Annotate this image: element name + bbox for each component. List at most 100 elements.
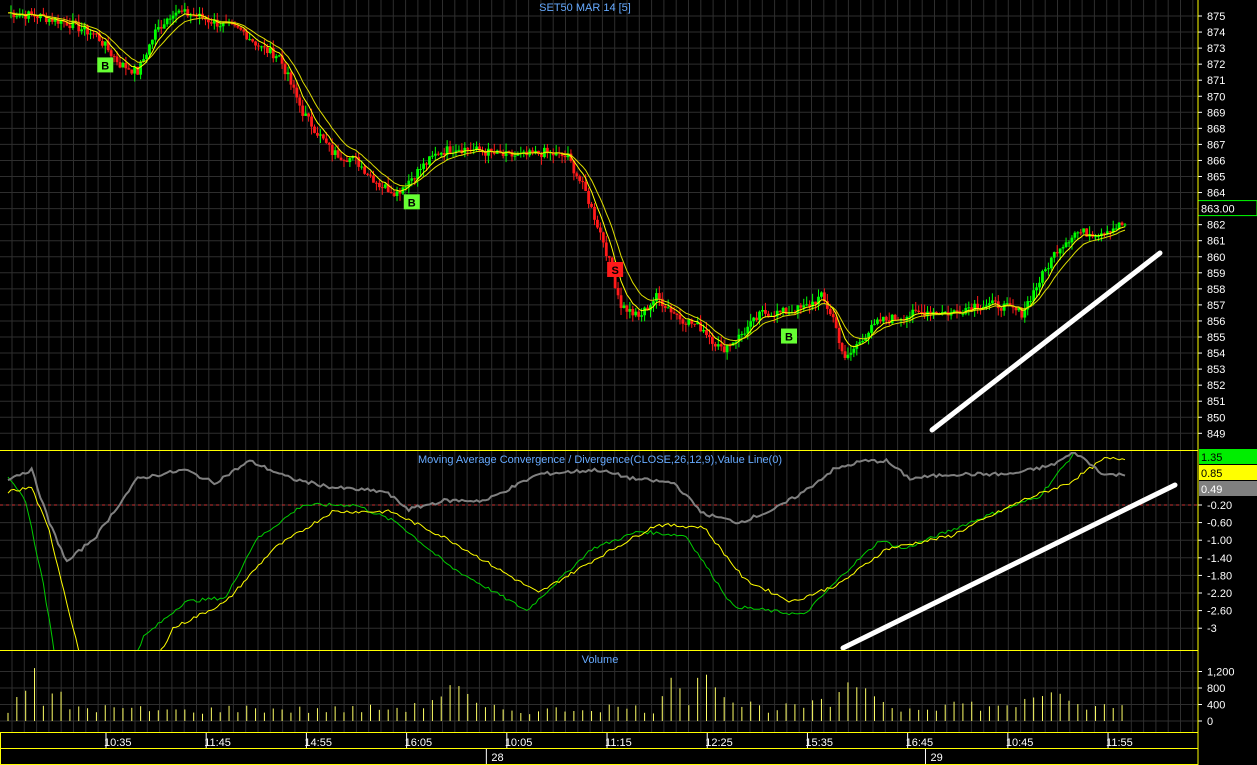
candle-body — [162, 24, 166, 29]
frame-layer — [0, 0, 1199, 765]
candle-body — [805, 304, 809, 306]
candle-body — [914, 309, 918, 311]
candle-body — [15, 16, 19, 18]
candle-body — [377, 182, 381, 188]
candle-body — [156, 27, 160, 30]
candle-body — [828, 308, 832, 315]
candle-body — [177, 10, 181, 13]
candle-body — [781, 307, 785, 313]
candle-body — [870, 324, 873, 333]
price-tick-label: 862 — [1207, 220, 1225, 232]
candle-body — [990, 300, 994, 304]
candle-body — [392, 193, 396, 197]
candle-body — [348, 158, 352, 163]
candle-body — [1038, 282, 1041, 288]
candle-body — [286, 72, 290, 75]
candle-body — [640, 315, 644, 317]
macd-tick-label: -0.60 — [1207, 518, 1232, 530]
candle-body — [755, 317, 758, 321]
candle-body — [274, 56, 278, 59]
candle-body — [1067, 242, 1071, 244]
candle-body — [260, 46, 263, 48]
candle-body — [708, 335, 711, 337]
candle-body — [153, 29, 157, 40]
candle-body — [955, 310, 959, 312]
candle-body — [849, 352, 853, 355]
candle-body — [118, 62, 122, 68]
candle-body — [575, 173, 579, 177]
candle-body — [684, 323, 688, 325]
candle-body — [321, 134, 325, 139]
candle-body — [218, 26, 222, 28]
candle-body — [840, 343, 844, 352]
time-tick-label: 10:35 — [104, 737, 132, 749]
candle-body — [1055, 252, 1059, 254]
candle-body — [858, 342, 862, 344]
candle-body — [843, 351, 847, 358]
candle-body — [283, 63, 287, 75]
candle-body — [590, 203, 593, 207]
candle-body — [893, 314, 897, 320]
macd-tick-label: -1.40 — [1207, 553, 1232, 565]
candle-body — [861, 340, 865, 343]
candle-body — [257, 45, 260, 47]
candle-body — [672, 312, 676, 314]
candle-body — [607, 256, 611, 258]
candle-body — [1064, 242, 1068, 248]
price-tick-label: 854 — [1207, 348, 1225, 360]
candle-body — [124, 62, 128, 69]
price-tick-label: 866 — [1207, 155, 1225, 167]
time-tick-label: 14:55 — [304, 737, 332, 749]
candle-body — [301, 105, 305, 116]
candle-body — [369, 174, 372, 176]
candle-body — [976, 303, 980, 309]
candle-body — [298, 97, 302, 106]
candle-body — [342, 159, 346, 161]
candle-body — [457, 149, 461, 151]
candle-body — [127, 68, 131, 70]
candle-body — [242, 29, 246, 32]
candle-body — [180, 10, 184, 12]
candle-body — [513, 155, 517, 157]
candle-body — [263, 46, 266, 48]
candle-body — [1073, 232, 1077, 238]
candle-body — [716, 344, 720, 347]
candle-body — [637, 311, 641, 317]
price-tick-label: 851 — [1207, 396, 1225, 408]
price-tick-label: 875 — [1207, 11, 1225, 23]
candle-body — [171, 15, 175, 19]
candle-body — [917, 310, 921, 313]
candle-body — [619, 295, 623, 308]
price-tick-label: 856 — [1207, 316, 1225, 328]
candle-body — [189, 15, 193, 17]
candle-body — [289, 72, 293, 85]
price-tick-label: 873 — [1207, 43, 1225, 55]
candle-body — [248, 39, 252, 41]
candle-body — [319, 134, 322, 136]
volume-tick-label: 800 — [1207, 683, 1225, 695]
candle-body — [395, 191, 399, 197]
candle-body — [578, 176, 582, 182]
candle-body — [151, 39, 154, 45]
chart: B B S B SET50 MAR 14 [5] Moving Average Conv… — [0, 0, 1257, 765]
date-tick-label: 28 — [491, 752, 503, 764]
macd-value-label: 0.49 — [1201, 484, 1222, 496]
candle-body — [634, 311, 638, 316]
candle-body — [484, 152, 487, 156]
candle-body — [168, 18, 172, 20]
candle-body — [702, 329, 705, 332]
macd-trendline — [840, 482, 1178, 651]
candle-body — [419, 168, 423, 170]
price-tick-label: 861 — [1207, 236, 1225, 248]
macd-value-label: 0.85 — [1201, 468, 1222, 480]
date-tick-label: 29 — [930, 752, 942, 764]
macd-tick-label: -2.60 — [1207, 606, 1232, 618]
macd-series-line — [7, 452, 1126, 563]
candle-body — [159, 27, 163, 29]
candle-body — [846, 354, 850, 358]
candle-body — [598, 227, 602, 233]
candle-body — [631, 309, 635, 316]
time-tick-label: 16:45 — [906, 737, 934, 749]
candle-body — [1049, 257, 1053, 269]
sell-signal-label: S — [611, 265, 618, 277]
